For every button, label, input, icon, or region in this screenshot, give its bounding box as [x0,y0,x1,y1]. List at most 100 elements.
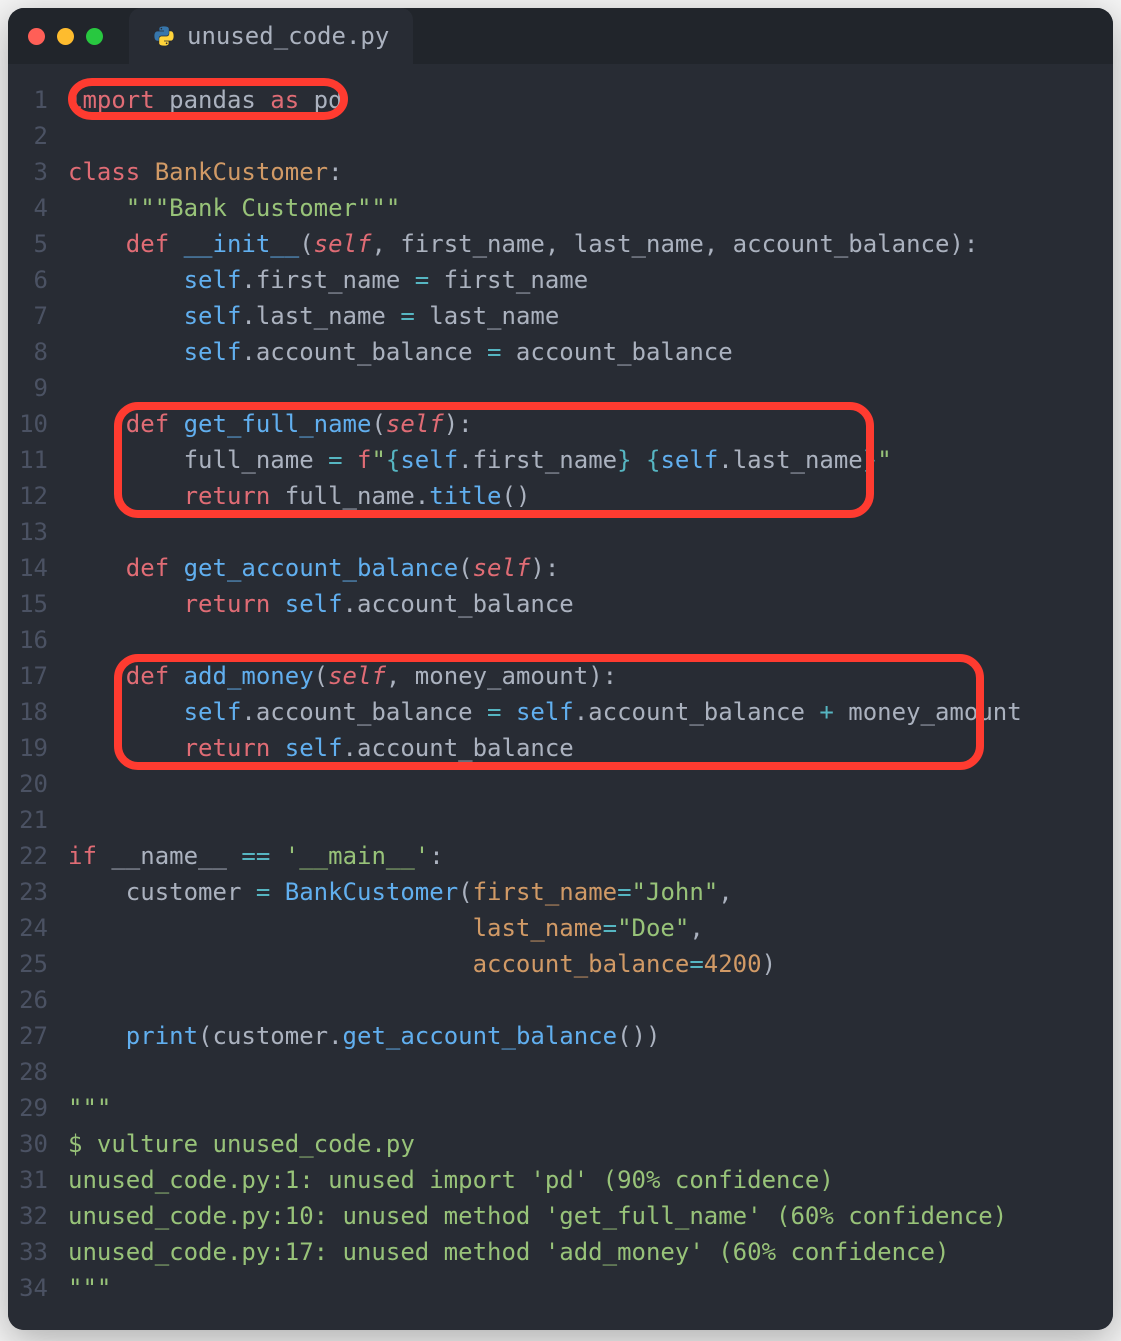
code-line[interactable]: 26 [8,982,1113,1018]
code-content[interactable]: """ [68,1090,1113,1126]
line-number: 30 [8,1126,68,1162]
code-token: def [126,230,169,258]
close-window-button[interactable] [28,28,45,45]
code-line[interactable]: 23 customer = BankCustomer(first_name="J… [8,874,1113,910]
code-token [68,662,126,690]
code-content[interactable]: last_name="Doe", [68,910,1113,946]
code-content[interactable]: unused_code.py:1: unused import 'pd' (90… [68,1162,1113,1198]
code-token: def [126,554,169,582]
line-number: 3 [8,154,68,190]
code-line[interactable]: 15 return self.account_balance [8,586,1113,622]
maximize-window-button[interactable] [86,28,103,45]
code-content[interactable]: self.account_balance = account_balance [68,334,1113,370]
code-token: ()) [617,1022,660,1050]
code-content[interactable]: return full_name.title() [68,478,1113,514]
code-content[interactable]: customer = BankCustomer(first_name="John… [68,874,1113,910]
code-content[interactable]: """ [68,1270,1113,1306]
code-token [169,554,183,582]
code-content[interactable]: """Bank Customer""" [68,190,1113,226]
code-line[interactable]: 19 return self.account_balance [8,730,1113,766]
code-token: , first_name, last_name, account_balance… [371,230,978,258]
code-content[interactable]: class BankCustomer: [68,154,1113,190]
code-line[interactable]: 5 def __init__(self, first_name, last_na… [8,226,1113,262]
file-tab[interactable]: unused_code.py [129,8,413,64]
line-number: 6 [8,262,68,298]
code-content[interactable]: self.first_name = first_name [68,262,1113,298]
code-content[interactable]: $ vulture unused_code.py [68,1126,1113,1162]
code-content[interactable]: account_balance=4200) [68,946,1113,982]
code-content[interactable]: unused_code.py:17: unused method 'add_mo… [68,1234,1113,1270]
minimize-window-button[interactable] [57,28,74,45]
code-line[interactable]: 29""" [8,1090,1113,1126]
code-token: return [184,482,271,510]
code-line[interactable]: 4 """Bank Customer""" [8,190,1113,226]
code-content[interactable]: return self.account_balance [68,586,1113,622]
code-line[interactable]: 6 self.first_name = first_name [8,262,1113,298]
code-token: class [68,158,140,186]
code-line[interactable]: 31unused_code.py:1: unused import 'pd' (… [8,1162,1113,1198]
line-number: 10 [8,406,68,442]
code-token: .last_name [241,302,400,330]
code-content[interactable]: def __init__(self, first_name, last_name… [68,226,1113,262]
code-line[interactable]: 11 full_name = f"{self.first_name} {self… [8,442,1113,478]
code-content[interactable]: self.account_balance = self.account_bala… [68,694,1113,730]
line-number: 18 [8,694,68,730]
code-content[interactable]: print(customer.get_account_balance()) [68,1018,1113,1054]
code-token: account_balance [473,950,690,978]
code-content[interactable]: full_name = f"{self.first_name} {self.la… [68,442,1113,478]
code-line[interactable]: 25 account_balance=4200) [8,946,1113,982]
editor-window: unused_code.py 1import pandas as pd23cla… [8,8,1113,1330]
code-editor[interactable]: 1import pandas as pd23class BankCustomer… [8,64,1113,1330]
code-token [68,266,184,294]
code-token: """Bank Customer""" [126,194,401,222]
code-line[interactable]: 13 [8,514,1113,550]
code-line[interactable]: 16 [8,622,1113,658]
code-line[interactable]: 10 def get_full_name(self): [8,406,1113,442]
code-token [68,230,126,258]
code-line[interactable]: 24 last_name="Doe", [8,910,1113,946]
code-content[interactable]: return self.account_balance [68,730,1113,766]
code-content[interactable]: self.last_name = last_name [68,298,1113,334]
code-line[interactable]: 28 [8,1054,1113,1090]
code-line[interactable]: 7 self.last_name = last_name [8,298,1113,334]
code-line[interactable]: 33unused_code.py:17: unused method 'add_… [8,1234,1113,1270]
code-content[interactable]: import pandas as pd [68,82,1113,118]
code-line[interactable]: 18 self.account_balance = self.account_b… [8,694,1113,730]
code-line[interactable]: 1import pandas as pd [8,82,1113,118]
code-line[interactable]: 3class BankCustomer: [8,154,1113,190]
code-token: customer [68,878,256,906]
line-number: 13 [8,514,68,550]
code-line[interactable]: 9 [8,370,1113,406]
code-line[interactable]: 30$ vulture unused_code.py [8,1126,1113,1162]
code-token: , money_amount): [386,662,617,690]
code-token [68,950,473,978]
code-line[interactable]: 2 [8,118,1113,154]
code-line[interactable]: 22if __name__ == '__main__': [8,838,1113,874]
code-line[interactable]: 20 [8,766,1113,802]
code-line[interactable]: 27 print(customer.get_account_balance()) [8,1018,1113,1054]
code-line[interactable]: 17 def add_money(self, money_amount): [8,658,1113,694]
code-token [68,410,126,438]
code-token [343,446,357,474]
code-token [68,590,184,618]
code-content[interactable]: def get_account_balance(self): [68,550,1113,586]
code-token: if [68,842,97,870]
code-content[interactable]: unused_code.py:10: unused method 'get_fu… [68,1198,1113,1234]
code-line[interactable]: 32unused_code.py:10: unused method 'get_… [8,1198,1113,1234]
code-content[interactable]: if __name__ == '__main__': [68,838,1113,874]
code-token: unused_code.py:10: unused method 'get_fu… [68,1202,1007,1230]
code-token: ): [444,410,473,438]
code-line[interactable]: 21 [8,802,1113,838]
code-content[interactable]: def add_money(self, money_amount): [68,658,1113,694]
code-line[interactable]: 14 def get_account_balance(self): [8,550,1113,586]
code-token [501,698,515,726]
code-token: first_name [429,266,588,294]
code-line[interactable]: 34""" [8,1270,1113,1306]
code-line[interactable]: 12 return full_name.title() [8,478,1113,514]
line-number: 9 [8,370,68,406]
code-line[interactable]: 8 self.account_balance = account_balance [8,334,1113,370]
code-content[interactable]: def get_full_name(self): [68,406,1113,442]
code-token [270,590,284,618]
code-token [68,482,184,510]
code-token: 4200 [704,950,762,978]
